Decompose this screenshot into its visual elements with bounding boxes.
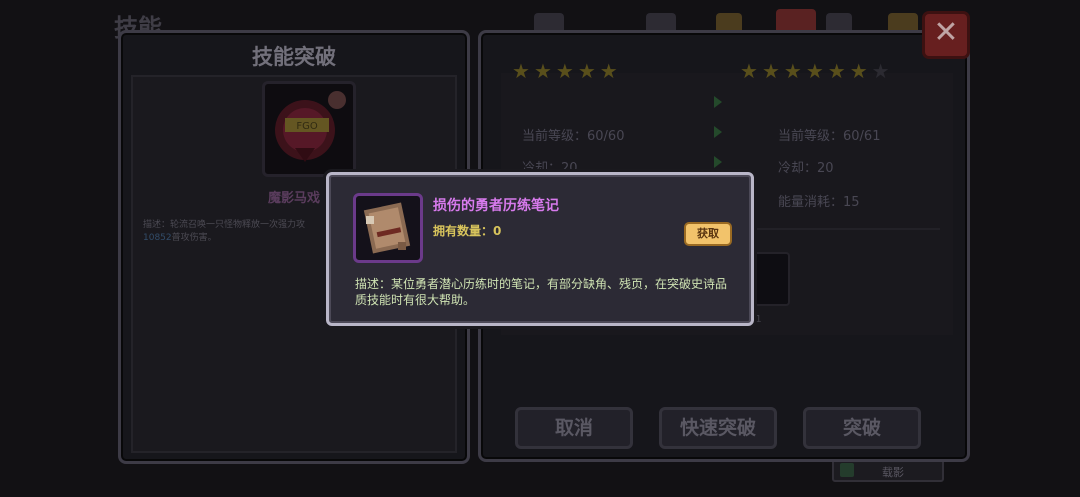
- owned-count: 拥有数量：0: [433, 224, 502, 238]
- item-name: 损伤的勇者历练笔记: [433, 198, 559, 214]
- item-description: 描述：某位勇者潜心历练时的笔记，有部分缺角、残页，在突破史诗品质技能时有很大帮助…: [355, 277, 728, 307]
- get-button[interactable]: 获取: [684, 222, 732, 246]
- notebook-icon: [353, 193, 423, 263]
- item-detail-popup: 损伤的勇者历练笔记 拥有数量：0 获取 描述：某位勇者潜心历练时的笔记，有部分缺…: [326, 172, 754, 326]
